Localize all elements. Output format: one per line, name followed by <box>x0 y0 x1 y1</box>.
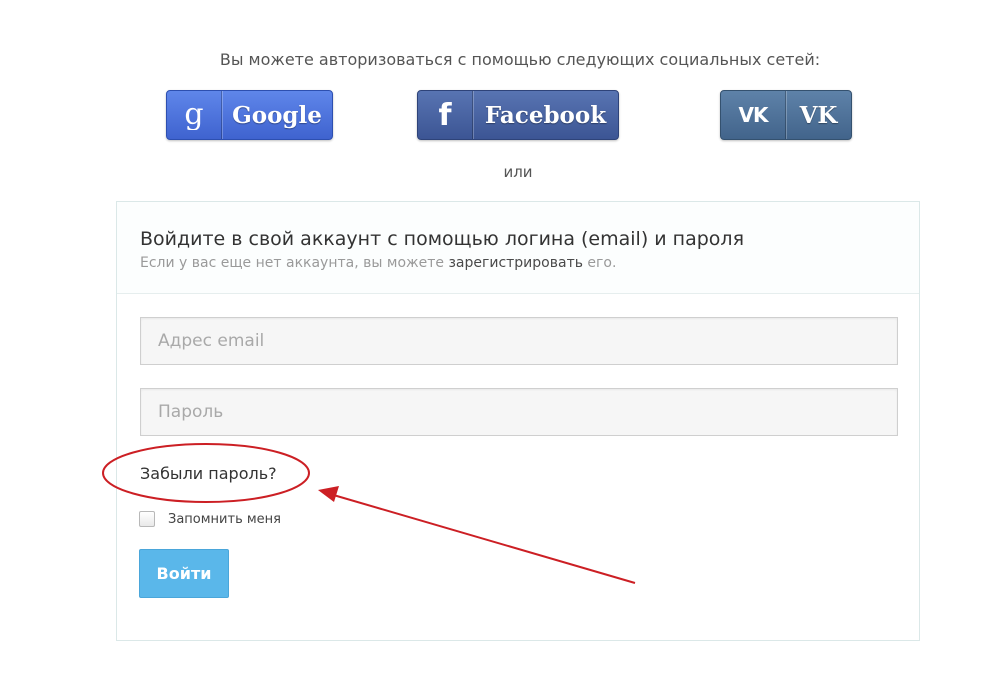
subtitle-text-before: Если у вас еще нет аккаунта, вы можете <box>140 255 449 271</box>
remember-me-checkbox[interactable] <box>139 511 155 527</box>
vk-login-button[interactable]: VK VK <box>720 90 852 140</box>
svg-text:f: f <box>438 100 452 130</box>
password-field[interactable] <box>140 388 898 436</box>
remember-me-row: Запомнить меня <box>139 511 281 527</box>
facebook-login-button[interactable]: f Facebook <box>417 90 619 140</box>
or-separator: или <box>503 163 533 181</box>
forgot-password-link[interactable]: Забыли пароль? <box>140 464 277 483</box>
vk-logo-icon: VK <box>721 91 786 139</box>
subtitle-text-after: его. <box>582 255 617 271</box>
login-submit-button[interactable]: Войти <box>139 549 229 598</box>
google-login-button[interactable]: g Google <box>166 90 333 140</box>
login-form-header: Войдите в свой аккаунт с помощью логина … <box>117 202 919 294</box>
svg-text:VK: VK <box>739 104 770 126</box>
login-form-card: Войдите в свой аккаунт с помощью логина … <box>116 201 920 641</box>
remember-me-label: Запомнить меня <box>168 511 282 527</box>
vk-button-label: VK <box>799 101 838 129</box>
google-g-icon: g <box>167 91 222 139</box>
google-button-label: Google <box>232 101 322 129</box>
email-field[interactable] <box>140 317 898 365</box>
login-subtitle: Если у вас еще нет аккаунта, вы можете з… <box>140 253 919 273</box>
social-login-caption: Вы можете авторизоваться с помощью следу… <box>219 50 821 69</box>
register-link[interactable]: зарегистрировать <box>448 255 583 271</box>
svg-text:g: g <box>184 100 203 130</box>
facebook-button-label: Facebook <box>484 101 607 129</box>
login-title: Войдите в свой аккаунт с помощью логина … <box>140 228 744 250</box>
facebook-f-icon: f <box>418 91 473 139</box>
